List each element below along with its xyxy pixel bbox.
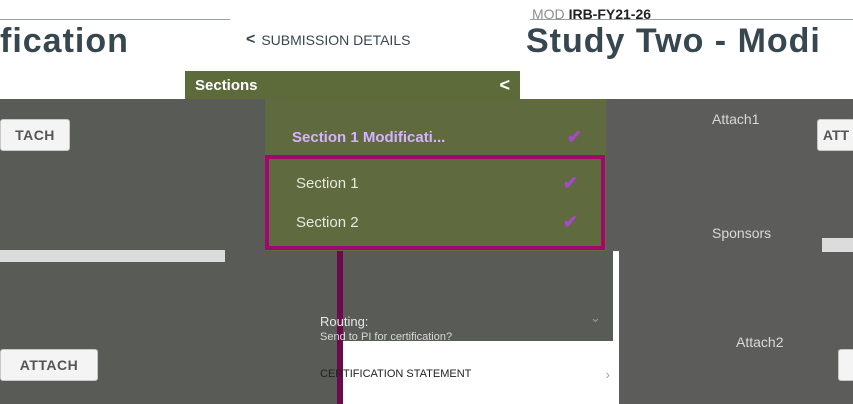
modal-overlay-right bbox=[606, 99, 853, 404]
irb-prefix: MOD bbox=[532, 6, 565, 22]
routing-select[interactable]: CERTIFICATION STATEMENT › bbox=[320, 363, 610, 385]
chevron-left-icon: < bbox=[246, 31, 256, 48]
sponsor-field[interactable] bbox=[822, 238, 853, 252]
sections-panel-header: Sections < bbox=[185, 71, 520, 99]
attach-button-top[interactable]: TACH bbox=[0, 119, 70, 151]
back-to-submission-details-link[interactable]: < SUBMISSION DETAILS bbox=[246, 31, 410, 49]
routing-overlay bbox=[343, 251, 613, 341]
section-label: Section 1 Modificati... bbox=[292, 128, 446, 146]
sections-title: Sections bbox=[195, 76, 258, 94]
page-title-left: fication bbox=[0, 22, 129, 60]
routing-select-value: CERTIFICATION STATEMENT bbox=[320, 368, 472, 380]
chevron-right-icon: › bbox=[605, 366, 610, 382]
attach-button-right-2[interactable] bbox=[838, 349, 853, 381]
back-link-label: SUBMISSION DETAILS bbox=[261, 32, 411, 48]
routing-label: Routing: bbox=[320, 314, 369, 329]
attach-button-right[interactable]: ATT bbox=[817, 119, 853, 151]
routing-question: Send to PI for certification? bbox=[320, 331, 453, 343]
attach2-label: Attach2 bbox=[736, 334, 784, 350]
chevron-left-icon[interactable]: < bbox=[499, 75, 510, 96]
chevron-down-icon[interactable]: ⌄ bbox=[590, 310, 601, 326]
obscured-text-bar bbox=[0, 250, 225, 262]
attach1-label: Attach1 bbox=[712, 111, 760, 127]
highlight-frame bbox=[265, 155, 605, 250]
study-title: Study Two - Modi bbox=[526, 22, 821, 60]
section-item-modification[interactable]: Section 1 Modificati... ✔ bbox=[265, 117, 606, 157]
irb-identifier: MOD IRB-FY21-26 bbox=[532, 6, 651, 22]
irb-code: IRB-FY21-26 bbox=[568, 6, 652, 22]
attach-button-bottom[interactable]: ATTACH bbox=[0, 349, 98, 381]
header-divider bbox=[0, 19, 230, 20]
sponsors-label: Sponsors bbox=[712, 225, 772, 241]
checkmark-icon: ✔ bbox=[566, 126, 582, 147]
